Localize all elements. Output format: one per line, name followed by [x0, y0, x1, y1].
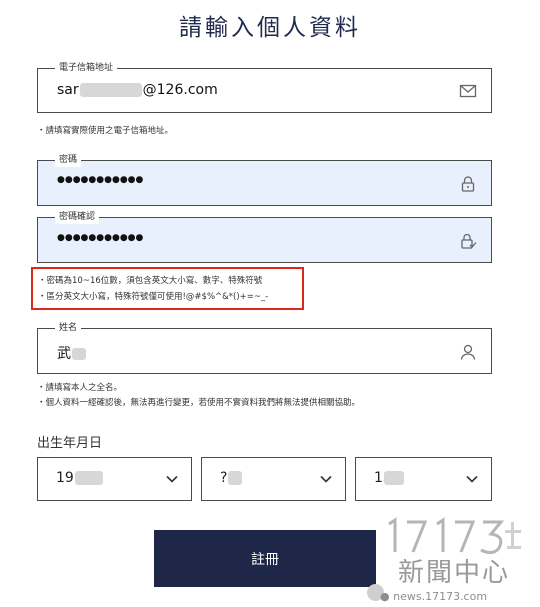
redacted-text	[228, 471, 243, 485]
name-value: 武	[57, 343, 86, 363]
email-label: 電子信箱地址	[55, 61, 118, 75]
register-button[interactable]: 註冊	[154, 530, 376, 587]
password-rules-box: ・密碼為10~16位數，須包含英文大小寫、數字、特殊符號 ・區分英文大小寫，特殊…	[31, 267, 304, 310]
page-title: 請輸入個人資料	[179, 15, 361, 41]
email-value: sar @126.com	[57, 82, 218, 98]
password-label: 密碼	[55, 153, 82, 167]
birth-year-select[interactable]: 19	[37, 457, 192, 501]
user-icon	[460, 344, 476, 360]
watermark-text: 新聞中心	[398, 558, 511, 588]
birth-month-select[interactable]: ?	[201, 457, 346, 501]
birth-day-value: 1	[374, 470, 404, 486]
chevron-down-icon	[166, 475, 178, 483]
email-hint: ・請填寫實際使用之電子信箱地址。	[37, 126, 174, 136]
email-field[interactable]: 電子信箱地址 sar @126.com	[37, 61, 492, 113]
password-confirm-value: ●●●●●●●●●●●	[57, 233, 144, 243]
watermark-logo	[388, 517, 521, 555]
lock-icon	[461, 176, 475, 192]
name-hint-1: ・請填寫本人之全名。	[37, 383, 123, 393]
name-field[interactable]: 姓名 武	[37, 321, 492, 374]
name-label: 姓名	[55, 321, 82, 335]
password-field[interactable]: 密碼 ●●●●●●●●●●●	[37, 153, 492, 206]
redacted-text	[72, 348, 86, 360]
mail-icon	[459, 84, 477, 98]
birthdate-label: 出生年月日	[37, 436, 103, 451]
birth-month-value: ?	[220, 470, 243, 486]
redacted-text	[74, 471, 103, 485]
password-rule-2: ・區分英文大小寫，特殊符號僅可使用!@#$%^&*()+=~_-	[38, 292, 269, 302]
password-confirm-field[interactable]: 密碼確認 ●●●●●●●●●●●	[37, 210, 492, 263]
name-hint-2: ・個人資料一經確認後，無法再進行變更，若使用不實資料我們將無法提供相關協助。	[37, 398, 361, 408]
password-confirm-label: 密碼確認	[55, 210, 100, 224]
password-value: ●●●●●●●●●●●	[57, 175, 144, 185]
birth-year-value: 19	[56, 470, 103, 486]
chevron-down-icon	[466, 475, 478, 483]
redacted-text	[79, 83, 142, 97]
password-rule-1: ・密碼為10~16位數，須包含英文大小寫、數字、特殊符號	[38, 276, 263, 286]
redacted-text	[383, 471, 404, 485]
lock-check-icon	[461, 233, 477, 249]
watermark-url: ● news.17173.com	[380, 590, 488, 603]
birth-day-select[interactable]: 1	[355, 457, 492, 501]
chevron-down-icon	[320, 475, 332, 483]
